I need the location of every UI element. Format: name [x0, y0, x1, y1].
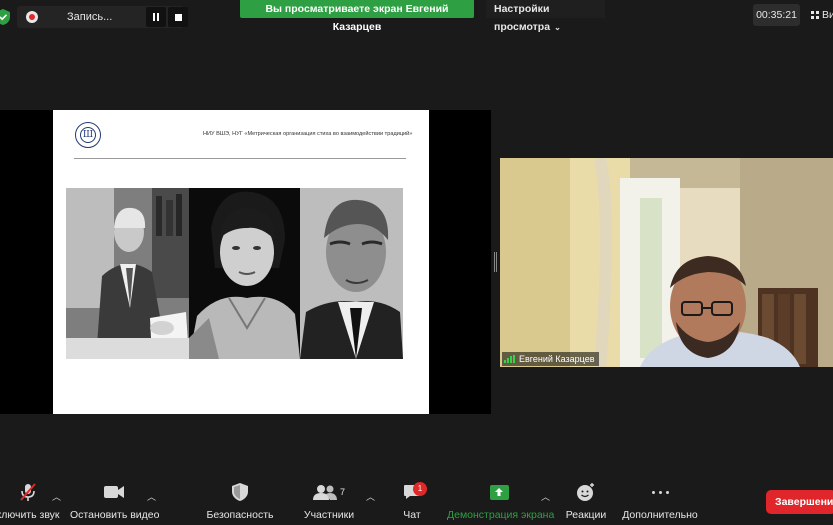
stop-recording-button[interactable]: [168, 7, 188, 27]
chevron-down-icon: ⌄: [554, 23, 561, 32]
view-button-label[interactable]: Ви: [822, 9, 833, 21]
smiley-icon: [577, 483, 594, 501]
more-button[interactable]: Дополнительно: [622, 482, 698, 521]
shared-screen: Ш НИУ ВШЭ, НУГ «Метрическая организация …: [0, 110, 491, 414]
splitter-drag-handle[interactable]: [494, 252, 497, 272]
unmute-label: ключить звук: [0, 509, 60, 521]
chat-label: Чат: [403, 509, 421, 521]
reactions-button[interactable]: Реакции: [565, 482, 607, 521]
video-camera-icon: [104, 486, 124, 498]
pause-recording-button[interactable]: [146, 7, 166, 27]
audio-signal-icon: [504, 355, 515, 363]
view-options-label: Настройки просмотра: [494, 3, 551, 33]
security-shield-icon[interactable]: [0, 9, 10, 25]
end-meeting-button[interactable]: Завершение: [766, 490, 833, 514]
recording-indicator: Запись...: [17, 6, 188, 28]
portrait-photo-2: [189, 188, 300, 359]
more-dots-icon: [651, 490, 669, 494]
meeting-timer: 00:35:21: [753, 4, 800, 26]
security-label: Безопасность: [206, 509, 274, 521]
microphone-muted-icon: [20, 483, 36, 501]
recording-label: Запись...: [67, 11, 113, 23]
participants-caret-icon[interactable]: ︿: [366, 490, 375, 503]
share-screen-icon: [489, 484, 509, 500]
hse-logo: Ш: [75, 122, 101, 148]
gallery-view-icon[interactable]: [811, 11, 819, 19]
participants-count: 7: [339, 487, 345, 497]
speaker-name: Евгений Казарцев: [519, 354, 595, 364]
portrait-photo-1: [66, 188, 189, 359]
stop-video-label: Остановить видео: [70, 509, 160, 521]
speaker-video: [500, 158, 833, 367]
slide-header: НИУ ВШЭ, НУГ «Метрическая организация ст…: [203, 131, 413, 137]
presentation-slide: Ш НИУ ВШЭ, НУГ «Метрическая организация …: [53, 110, 429, 414]
video-options-caret-icon[interactable]: ︿: [147, 490, 156, 503]
security-button[interactable]: Безопасность: [205, 482, 275, 521]
slide-divider: [74, 158, 406, 159]
pause-icon: [153, 13, 159, 21]
shield-icon: [232, 483, 248, 501]
stop-icon: [174, 13, 182, 21]
share-screen-label: Демонстрация экрана: [447, 509, 555, 521]
chat-unread-badge: 1: [413, 482, 427, 496]
recording-dot-icon: [26, 11, 38, 23]
speaker-name-tag: Евгений Казарцев: [502, 352, 599, 366]
portrait-photo-3: [300, 188, 403, 359]
share-screen-button[interactable]: Демонстрация экрана: [447, 482, 555, 521]
participants-icon: [312, 485, 337, 500]
audio-options-caret-icon[interactable]: ︿: [52, 490, 61, 503]
stop-video-button[interactable]: Остановить видео: [70, 482, 160, 521]
reactions-label: Реакции: [565, 509, 607, 521]
share-options-caret-icon[interactable]: ︿: [541, 490, 550, 503]
participants-label: Участники: [303, 509, 355, 521]
slide-photos: [66, 188, 403, 359]
view-options-button[interactable]: Настройки просмотра ⌄: [486, 0, 605, 33]
screen-share-banner: Вы просматриваете экран Евгений Казарцев: [240, 0, 474, 33]
participants-button[interactable]: 7 Участники: [300, 482, 358, 521]
more-label: Дополнительно: [622, 509, 698, 521]
